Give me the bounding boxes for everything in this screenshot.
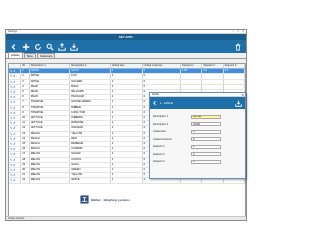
export-icon bbox=[57, 42, 66, 51]
scale-logo-icon bbox=[80, 195, 89, 204]
tab-tares[interactable]: Tares bbox=[23, 53, 36, 58]
close-button[interactable]: ✕ bbox=[241, 30, 245, 33]
field-label: United tare bbox=[153, 130, 166, 134]
back-button[interactable] bbox=[9, 42, 18, 51]
dialog-header-label: 1 - APPLE bbox=[160, 101, 173, 105]
add-icon bbox=[22, 43, 29, 50]
brand-text: Mettler - Weighing systems bbox=[91, 197, 130, 202]
field-input[interactable] bbox=[191, 159, 221, 164]
form-row: United tare bbox=[153, 128, 242, 136]
dialog-title: Article bbox=[152, 93, 159, 96]
maximize-button[interactable]: □ bbox=[236, 30, 240, 33]
save-icon[interactable] bbox=[235, 100, 242, 107]
article-dialog: Article ✕ 1 - APPLE Description 1Descrip… bbox=[149, 92, 246, 179]
field-input[interactable] bbox=[191, 152, 221, 157]
field-label: Setpoint 3 bbox=[153, 160, 165, 164]
dialog-form: Description 1 Description 2 United tare Uni… bbox=[150, 109, 245, 166]
form-row: Setpoint 2 bbox=[153, 151, 242, 159]
brand-footer: Mettler - Weighing systems bbox=[80, 195, 130, 204]
refresh-icon bbox=[34, 43, 41, 50]
field-label: United customer bbox=[153, 137, 172, 141]
window-title: Settings bbox=[8, 30, 18, 33]
field-input[interactable] bbox=[191, 122, 221, 127]
delete-icon bbox=[235, 43, 240, 51]
form-row: United customer bbox=[153, 136, 242, 144]
export-button[interactable] bbox=[57, 42, 66, 51]
field-label: Description 2 bbox=[153, 122, 169, 126]
import-button[interactable] bbox=[69, 42, 78, 51]
field-input[interactable] bbox=[191, 114, 221, 119]
field-input[interactable] bbox=[191, 137, 221, 142]
field-input[interactable] bbox=[191, 129, 221, 134]
delete-button[interactable] bbox=[233, 42, 242, 51]
table-cell: 22 bbox=[20, 177, 30, 184]
form-row: Description 2 bbox=[153, 121, 242, 129]
toolbar bbox=[6, 40, 246, 53]
dialog-close-button[interactable]: ✕ bbox=[242, 93, 244, 97]
field-input[interactable] bbox=[191, 144, 221, 149]
field-label: Setpoint 1 bbox=[153, 145, 165, 149]
row-actions-icon[interactable]: ✎ ✗ bbox=[9, 177, 22, 184]
form-row: Description 1 bbox=[153, 113, 242, 121]
back-icon bbox=[11, 43, 15, 50]
field-label: Description 1 bbox=[153, 115, 169, 119]
dialog-toolbar: 1 - APPLE bbox=[150, 97, 245, 109]
refresh-button[interactable] bbox=[33, 42, 42, 51]
search-button[interactable] bbox=[45, 42, 54, 51]
tab-articles[interactable]: Articles bbox=[8, 52, 23, 58]
form-row: Setpoint 1 bbox=[153, 143, 242, 151]
table-cell: 1 bbox=[110, 177, 143, 184]
field-label: Setpoint 2 bbox=[153, 152, 165, 156]
tab-customers[interactable]: Customers bbox=[36, 53, 56, 58]
tab-strip: Articles Tares Customers bbox=[6, 52, 246, 59]
table-cell: WHITE bbox=[69, 177, 111, 184]
form-row: Setpoint 3 bbox=[153, 158, 242, 166]
minimize-button[interactable]: – bbox=[231, 30, 235, 33]
add-button[interactable] bbox=[21, 42, 30, 51]
back-icon[interactable] bbox=[152, 100, 158, 106]
table-cell: MELON bbox=[29, 177, 71, 184]
import-icon bbox=[69, 43, 78, 51]
window-controls: – □ ✕ bbox=[231, 30, 246, 33]
status-bar: Online Version bbox=[6, 216, 246, 220]
search-icon bbox=[46, 43, 54, 51]
